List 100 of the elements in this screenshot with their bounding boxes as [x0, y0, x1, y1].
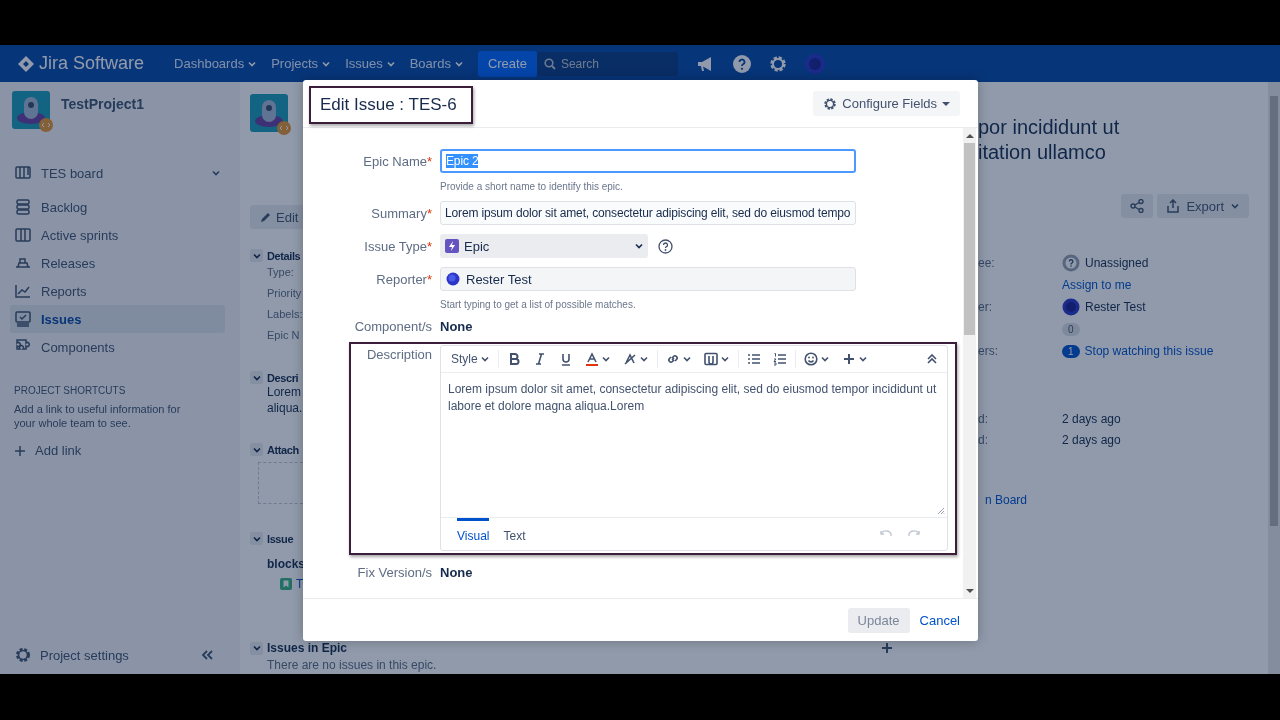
assignee-name: Unassigned [1085, 256, 1149, 270]
update-button[interactable]: Update [847, 607, 910, 633]
add-link-button[interactable]: Add link [14, 443, 226, 458]
redo-icon [907, 529, 921, 539]
collapse-toggle[interactable] [250, 443, 263, 456]
share-button[interactable] [1121, 194, 1154, 218]
collapse-toggle[interactable] [250, 641, 263, 655]
sidebar-item[interactable]: Active sprints [10, 221, 225, 249]
section-heading: Issue [267, 532, 294, 545]
emoji-icon [803, 352, 818, 366]
issue-type-select[interactable]: Epic [440, 234, 648, 258]
plus-icon [841, 352, 856, 366]
pencil-icon [260, 211, 272, 223]
share-icon [1130, 199, 1145, 213]
sidebar-item[interactable]: Backlog [10, 193, 225, 221]
issue-link[interactable]: T [296, 577, 304, 591]
section-heading: PROJECT SHORTCUTS [14, 385, 127, 396]
nav-menu[interactable]: Issues [345, 56, 396, 71]
scroll-down-icon [965, 588, 974, 594]
sidebar-item[interactable]: Components [10, 333, 225, 361]
field-label: Labels: [266, 307, 303, 322]
reporter-field[interactable]: Rester Test [440, 267, 856, 291]
editor-tab[interactable]: Visual [457, 518, 490, 550]
board-icon [14, 164, 32, 182]
chevron-down-icon [479, 354, 490, 364]
project-settings-link[interactable]: Project settings [14, 646, 129, 664]
resize-grip-icon [937, 507, 945, 515]
edit-button[interactable]: Edit [250, 205, 303, 229]
assign-link[interactable]: Assign to me [1062, 278, 1132, 292]
bullet-list-icon [746, 352, 761, 366]
lightning-icon [445, 239, 459, 253]
upload-icon [1166, 199, 1181, 213]
section-heading: Descri [267, 371, 299, 384]
project-name[interactable]: TestProject1 [61, 96, 144, 112]
section-heading: Details [267, 249, 301, 262]
text-color-icon [584, 352, 599, 366]
collapse-icon [200, 649, 214, 661]
field-label: Summary* [370, 205, 432, 221]
text-field[interactable]: Epic 2 [440, 149, 856, 173]
export-button[interactable]: Export [1157, 194, 1249, 218]
issue-title: por incididunt ut [978, 115, 1121, 140]
board-link[interactable]: n Board [978, 493, 1268, 507]
create-button[interactable]: Create [477, 50, 537, 77]
scrollbar[interactable] [1268, 82, 1280, 674]
field-label: d: [978, 432, 989, 447]
undo-icon [879, 529, 893, 539]
chevron-down-icon [211, 168, 221, 178]
vote-count[interactable]: 0 [1062, 322, 1080, 336]
bookmark-icon [280, 578, 292, 590]
collapse-toggle[interactable] [250, 249, 263, 262]
chevron-down-icon [819, 354, 830, 364]
sidebar-item[interactable]: Issues [10, 305, 225, 333]
section-heading: Issues in Epic [267, 641, 348, 655]
style-dropdown[interactable]: Style [447, 348, 494, 370]
collapse-toggle[interactable] [250, 371, 263, 384]
watch-link[interactable]: Stop watching this issue [1084, 344, 1214, 358]
sidebar-item[interactable]: Reports [10, 277, 225, 305]
text-field[interactable]: Lorem ipsum dolor sit amet, consectetur adipiscing elit, sed do eiusmod tempo [440, 201, 856, 225]
search-field[interactable]: Search [536, 51, 678, 76]
field-label: Type: [266, 265, 295, 280]
search-icon [543, 57, 556, 70]
cancel-link[interactable]: Cancel [919, 612, 960, 628]
monitor-icon [14, 310, 32, 328]
avatar-icon [446, 272, 460, 286]
watcher-count[interactable]: 1 [1062, 344, 1080, 358]
configure-fields-button[interactable]: Configure Fields [813, 91, 960, 116]
project-avatar-icon [250, 94, 292, 136]
chevron-down-icon [719, 354, 730, 364]
field-label: Issue Type* [363, 238, 432, 254]
attachment-icon [703, 352, 718, 366]
required-marker: * [426, 239, 432, 254]
editor-content[interactable]: Lorem ipsum dolor sit amet, consectetur adipiscing elit, sed do eiusmod tempor incididunt ut labore et dolore magna aliqua.Lorem [441, 372, 947, 518]
product-name: Jira Software [39, 53, 145, 74]
board-selector[interactable]: TES board [10, 159, 225, 187]
nav-menu[interactable]: Boards [409, 56, 464, 71]
clear-format-icon [622, 352, 637, 366]
editor-tab[interactable]: Text [503, 518, 526, 550]
link-type-label: blocks [266, 557, 303, 571]
description-text: Lorem ipsum dolor sit amet, consectetur adipiscing elit, sed do eiusmod tempor incididunt ut labore et dolore magna aliqua.Lorem [447, 381, 938, 415]
description-text: Lorem [266, 384, 302, 400]
help-text: Add a link to useful information for your whole team to see. [14, 402, 182, 430]
project-avatar-icon [12, 91, 54, 133]
hint-text: Provide a short name to identify this epic. [440, 181, 624, 192]
chevron-down-icon [251, 643, 262, 653]
chevron-down-icon [1230, 201, 1240, 211]
scrollbar[interactable] [963, 128, 976, 598]
diamond-logo-icon [17, 54, 35, 73]
nav-menu[interactable]: Dashboards [174, 56, 258, 71]
gear-icon [14, 646, 32, 664]
nav-menu[interactable]: Projects [271, 56, 332, 71]
collapse-toggle[interactable] [250, 532, 263, 545]
field-label: Description [365, 346, 432, 362]
caret-icon [942, 99, 950, 108]
sidebar-item[interactable]: Releases [10, 249, 225, 277]
field-label: Fix Version/s [356, 565, 432, 580]
link-icon [665, 352, 680, 366]
avatar-icon [1062, 298, 1080, 316]
settings-icon [767, 53, 788, 74]
reporter-name: Rester Test [1085, 300, 1146, 314]
chevron-down-icon [681, 354, 692, 364]
